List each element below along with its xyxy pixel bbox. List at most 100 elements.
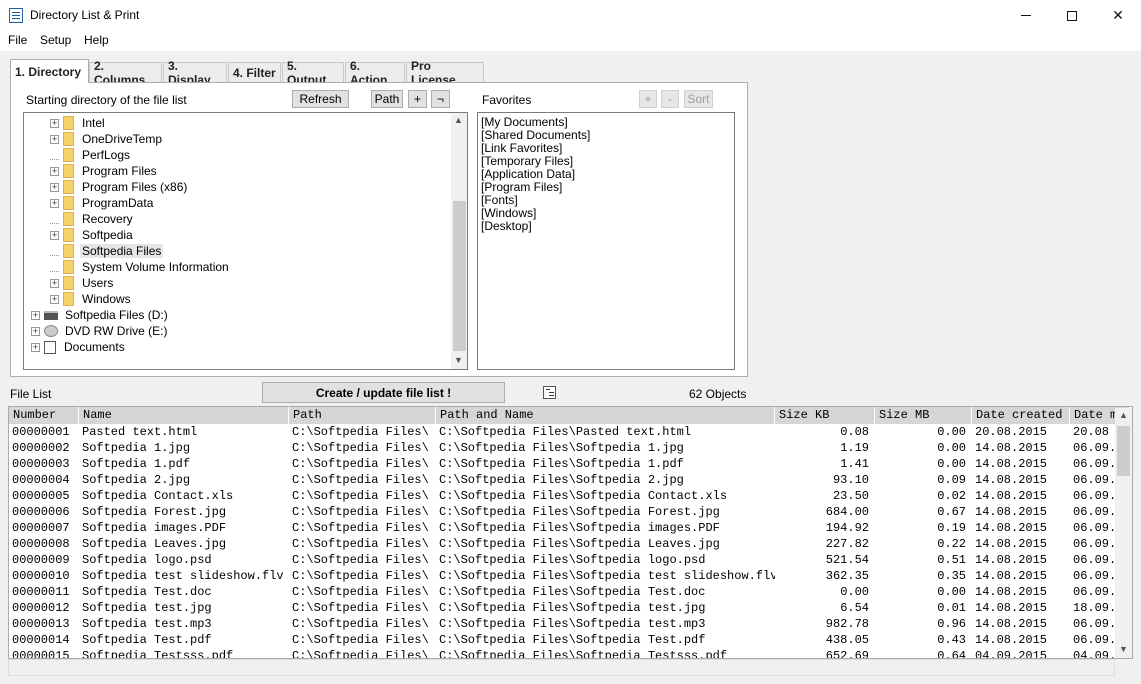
table-cell: 0.00: [840, 585, 869, 599]
expand-icon[interactable]: +: [50, 182, 59, 192]
favorite-item[interactable]: [My Documents]: [481, 115, 568, 129]
tab-display[interactable]: 3. Display: [163, 59, 227, 87]
scroll-down-icon[interactable]: ▼: [1119, 644, 1128, 654]
close-button[interactable]: ✕: [1095, 0, 1141, 31]
tab-pro-license[interactable]: Pro License: [406, 59, 484, 87]
tree-connector: [50, 215, 59, 224]
maximize-button[interactable]: [1049, 0, 1095, 31]
tree-item[interactable]: Softpedia Files: [50, 243, 164, 259]
tab-output[interactable]: 5. Output: [282, 59, 344, 87]
add-path-button[interactable]: +: [408, 90, 427, 108]
table-scroll-thumb[interactable]: [1117, 426, 1130, 476]
menu-help[interactable]: Help: [84, 33, 109, 47]
column-header[interactable]: Path: [289, 407, 436, 424]
column-header[interactable]: Name: [79, 407, 289, 424]
tree-scroll-thumb[interactable]: [453, 201, 466, 351]
favorite-sort-button[interactable]: Sort: [684, 90, 713, 108]
expand-icon[interactable]: +: [50, 294, 59, 304]
menu-file[interactable]: File: [8, 33, 27, 47]
negate-button[interactable]: ¬: [431, 90, 450, 108]
tab-directory[interactable]: 1. Directory: [10, 59, 89, 83]
create-list-button[interactable]: Create / update file list !: [262, 382, 505, 403]
table-cell: Softpedia test slideshow.flv: [82, 569, 284, 583]
tree-view-icon[interactable]: [543, 386, 556, 399]
table-cell: C:\Softpedia Files\Softpedia images.PDF: [439, 521, 720, 535]
scroll-down-icon[interactable]: ▼: [454, 355, 463, 365]
table-cell: 1.41: [840, 457, 869, 471]
title-bar: [0, 0, 1141, 31]
favorite-item[interactable]: [Shared Documents]: [481, 128, 590, 142]
tree-item[interactable]: System Volume Information: [50, 259, 231, 275]
tab-filter[interactable]: 4. Filter: [228, 62, 281, 82]
favorite-item[interactable]: [Link Favorites]: [481, 141, 562, 155]
expand-icon[interactable]: +: [50, 118, 59, 128]
minimize-button[interactable]: [1003, 0, 1049, 31]
expand-icon[interactable]: +: [31, 326, 40, 336]
expand-icon[interactable]: +: [50, 134, 59, 144]
favorite-item[interactable]: [Program Files]: [481, 180, 562, 194]
scroll-up-icon[interactable]: ▲: [1119, 410, 1128, 420]
table-cell: C:\Softpedia Files\Softpedia Contact.xls: [439, 489, 728, 503]
expand-icon[interactable]: +: [50, 278, 59, 288]
favorite-item[interactable]: [Windows]: [481, 206, 536, 220]
table-cell: 982.78: [825, 617, 869, 631]
tree-item-label: ProgramData: [82, 196, 154, 210]
table-vertical-scrollbar[interactable]: ▲ ▼: [1115, 408, 1132, 658]
tree-item[interactable]: + Windows: [50, 291, 133, 307]
tree-item-label: Windows: [82, 292, 131, 306]
favorite-item[interactable]: [Temporary Files]: [481, 154, 573, 168]
column-header[interactable]: Date created: [972, 407, 1070, 424]
tree-item[interactable]: + Program Files (x86): [50, 179, 189, 195]
tree-item[interactable]: + Users: [50, 275, 115, 291]
tree-item[interactable]: + Documents: [31, 339, 127, 355]
tree-item[interactable]: + ProgramData: [50, 195, 155, 211]
column-header[interactable]: Number: [9, 407, 79, 424]
column-header[interactable]: Path and Name: [436, 407, 775, 424]
tree-item[interactable]: + Softpedia: [50, 227, 135, 243]
table-cell: 6.54: [840, 601, 869, 615]
tree-item[interactable]: + Softpedia Files (D:): [31, 307, 170, 323]
favorite-item[interactable]: [Fonts]: [481, 193, 518, 207]
favorite-remove-button[interactable]: -: [661, 90, 679, 108]
table-cell: 04.09.2015: [975, 649, 1048, 659]
tree-item-label: Softpedia Files: [80, 244, 164, 258]
tree-item[interactable]: Recovery: [50, 211, 135, 227]
column-header[interactable]: Size MB: [875, 407, 972, 424]
tree-item[interactable]: + DVD RW Drive (E:): [31, 323, 169, 339]
table-horizontal-scrollbar[interactable]: [8, 659, 1115, 676]
table-cell: 194.92: [825, 521, 869, 535]
path-button[interactable]: Path: [371, 90, 403, 108]
drive-icon: [44, 310, 58, 320]
directory-tree[interactable]: + Intel + OneDriveTemp PerfLogs + Program File…: [23, 112, 468, 370]
menu-setup[interactable]: Setup: [40, 33, 71, 47]
tree-scrollbar[interactable]: ▲ ▼: [451, 113, 467, 369]
favorites-list[interactable]: [My Documents] [Shared Documents] [Link Fa…: [477, 112, 735, 370]
file-table[interactable]: Number Name Path Path and Name Size KB Size M…: [8, 406, 1133, 659]
menu-bar: [0, 31, 1141, 51]
favorite-item[interactable]: [Desktop]: [481, 219, 532, 233]
column-header[interactable]: Size KB: [775, 407, 875, 424]
folder-icon: [63, 116, 74, 130]
expand-icon[interactable]: +: [31, 310, 40, 320]
tab-columns[interactable]: 2. Columns: [89, 59, 162, 87]
expand-icon[interactable]: +: [50, 166, 59, 176]
tree-item[interactable]: + Intel: [50, 115, 107, 131]
doc-icon: [44, 340, 56, 354]
table-cell: C:\Softpedia Files\Softpedia 1.jpg: [439, 441, 684, 455]
table-cell: 227.82: [825, 537, 869, 551]
expand-icon[interactable]: +: [50, 198, 59, 208]
scroll-up-icon[interactable]: ▲: [454, 115, 463, 125]
tree-item[interactable]: + Program Files: [50, 163, 159, 179]
expand-icon[interactable]: +: [50, 230, 59, 240]
favorite-add-button[interactable]: +: [639, 90, 657, 108]
table-cell: C:\Softpedia Files\: [292, 553, 429, 567]
tree-item[interactable]: PerfLogs: [50, 147, 132, 163]
tab-action[interactable]: 6. Action: [345, 59, 405, 87]
tree-item[interactable]: + OneDriveTemp: [50, 131, 164, 147]
favorite-item[interactable]: [Application Data]: [481, 167, 575, 181]
table-cell: Softpedia test.mp3: [82, 617, 212, 631]
expand-icon[interactable]: +: [31, 342, 40, 352]
table-cell: C:\Softpedia Files\: [292, 521, 429, 535]
refresh-button[interactable]: Refresh: [292, 90, 349, 108]
window-title: Directory List & Print: [30, 8, 140, 22]
